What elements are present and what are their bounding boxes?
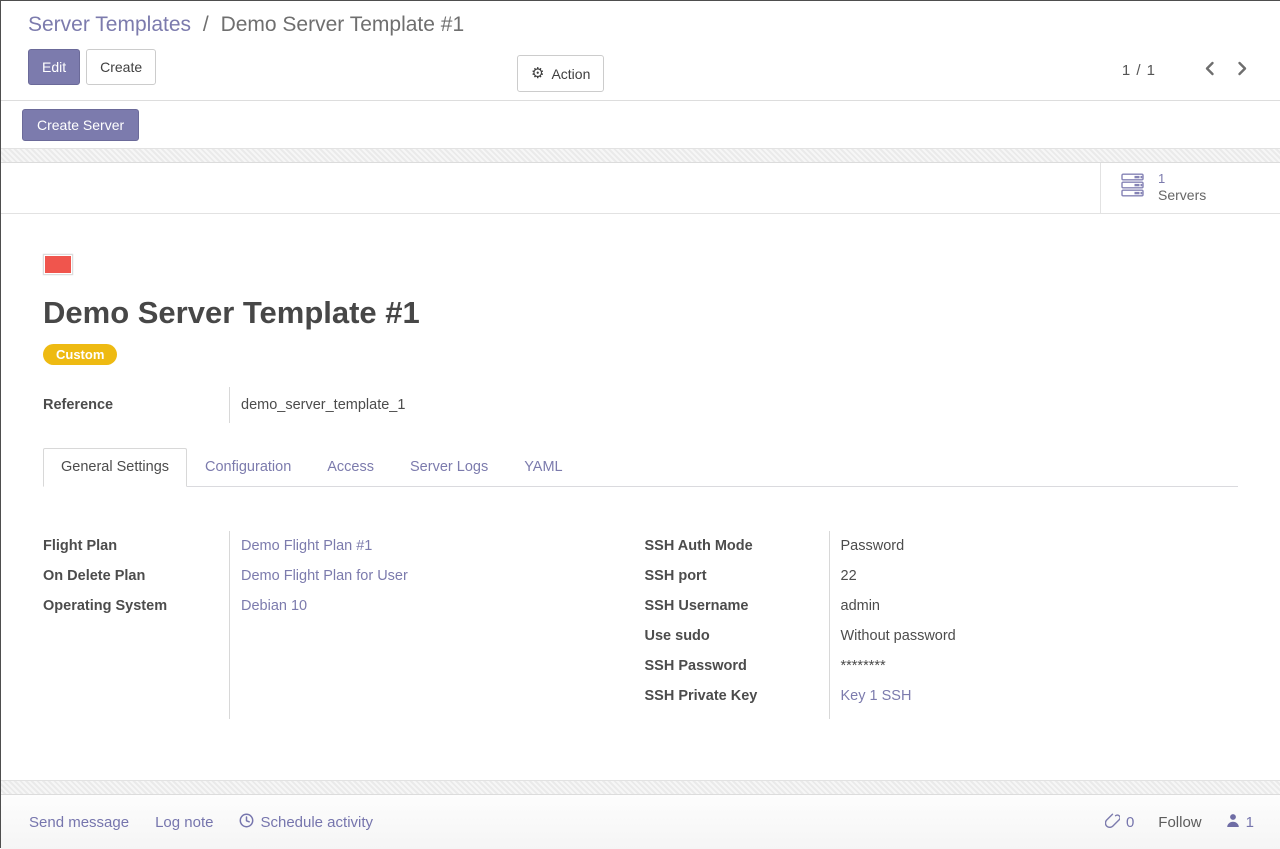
field-value-ssh-auth-mode: Password	[841, 531, 1239, 561]
pager-next-button[interactable]	[1233, 59, 1252, 81]
field-values-right: Password 22 admin Without password *****…	[829, 531, 1239, 719]
field-value-ssh-username: admin	[841, 591, 1239, 621]
breadcrumb: Server Templates / Demo Server Template …	[28, 13, 1252, 37]
field-labels-left: Flight Plan On Delete Plan Operating Sys…	[43, 531, 229, 719]
gear-icon: ⚙	[531, 66, 544, 81]
send-message-button[interactable]: Send message	[29, 814, 129, 831]
button-box: 1 Servers	[1, 163, 1280, 214]
server-rack-icon	[1121, 173, 1148, 203]
followers-button[interactable]: 1	[1226, 813, 1254, 832]
field-label-on-delete-plan: On Delete Plan	[43, 561, 229, 591]
field-label-ssh-port: SSH port	[645, 561, 829, 591]
record-title: Demo Server Template #1	[43, 295, 1238, 331]
chevron-left-icon	[1204, 61, 1215, 79]
control-panel-buttons: Edit Create	[28, 49, 1252, 85]
field-value-use-sudo: Without password	[841, 621, 1239, 651]
tab-access[interactable]: Access	[309, 448, 392, 487]
field-label-ssh-username: SSH Username	[645, 591, 829, 621]
schedule-activity-label: Schedule activity	[260, 814, 373, 831]
reference-label: Reference	[43, 387, 229, 423]
action-button-label: Action	[551, 67, 590, 81]
servers-stat-button[interactable]: 1 Servers	[1100, 163, 1280, 213]
reference-value: demo_server_template_1	[229, 387, 405, 423]
field-value-ssh-password: ********	[841, 651, 1239, 681]
field-value-operating-system[interactable]: Debian 10	[241, 591, 641, 621]
field-value-on-delete-plan[interactable]: Demo Flight Plan for User	[241, 561, 641, 591]
breadcrumb-parent-link[interactable]: Server Templates	[28, 13, 191, 36]
servers-count: 1	[1158, 172, 1206, 187]
hatch-band-top	[1, 148, 1280, 163]
servers-label: Servers	[1158, 187, 1206, 203]
field-value-ssh-port: 22	[841, 561, 1239, 591]
field-value-flight-plan[interactable]: Demo Flight Plan #1	[241, 531, 641, 561]
attachments-count: 0	[1126, 814, 1134, 831]
tab-configuration[interactable]: Configuration	[187, 448, 309, 487]
create-button[interactable]: Create	[86, 49, 156, 85]
form-sheet: 1 Servers Demo Server Template #1 Custom…	[1, 163, 1280, 780]
field-label-operating-system: Operating System	[43, 591, 229, 621]
breadcrumb-current: Demo Server Template #1	[221, 13, 465, 36]
record-image	[43, 254, 73, 275]
create-server-button[interactable]: Create Server	[22, 109, 139, 141]
statusbar: Create Server	[1, 101, 1280, 148]
custom-badge: Custom	[43, 344, 117, 365]
chatter-actions: Send message Log note Schedule activity	[29, 813, 373, 832]
field-label-ssh-private-key: SSH Private Key	[645, 681, 829, 711]
field-labels-right: SSH Auth Mode SSH port SSH Username Use …	[645, 531, 829, 719]
follow-button[interactable]: Follow	[1158, 814, 1201, 831]
clock-icon	[239, 813, 254, 832]
reference-field: Reference demo_server_template_1	[43, 387, 1238, 423]
followers-count: 1	[1246, 814, 1254, 831]
hatch-band-bottom	[1, 780, 1280, 795]
control-panel: Server Templates / Demo Server Template …	[1, 1, 1280, 101]
field-values-left: Demo Flight Plan #1 Demo Flight Plan for…	[229, 531, 641, 719]
field-value-ssh-private-key[interactable]: Key 1 SSH	[841, 681, 1239, 711]
tab-content-general-settings: Flight Plan On Delete Plan Operating Sys…	[43, 487, 1238, 719]
notebook-tabs: General Settings Configuration Access Se…	[43, 447, 1238, 487]
page: Server Templates / Demo Server Template …	[0, 0, 1280, 848]
tab-server-logs[interactable]: Server Logs	[392, 448, 506, 487]
tab-yaml[interactable]: YAML	[506, 448, 580, 487]
chatter-meta: 0 Follow 1	[1105, 812, 1254, 832]
schedule-activity-button[interactable]: Schedule activity	[239, 813, 373, 832]
action-button[interactable]: ⚙ Action	[517, 55, 604, 92]
chevron-right-icon	[1237, 61, 1248, 79]
breadcrumb-separator: /	[203, 13, 209, 36]
tab-general-settings[interactable]: General Settings	[43, 448, 187, 487]
field-label-flight-plan: Flight Plan	[43, 531, 229, 561]
paperclip-icon	[1105, 812, 1120, 832]
pager-value[interactable]: 1 / 1	[1122, 62, 1156, 79]
edit-button[interactable]: Edit	[28, 49, 80, 85]
attachments-button[interactable]: 0	[1105, 812, 1134, 832]
field-label-ssh-auth-mode: SSH Auth Mode	[645, 531, 829, 561]
field-group-right: SSH Auth Mode SSH port SSH Username Use …	[641, 531, 1239, 719]
field-label-ssh-password: SSH Password	[645, 651, 829, 681]
pager-previous-button[interactable]	[1200, 59, 1219, 81]
person-icon	[1226, 813, 1240, 832]
sheet-body: Demo Server Template #1 Custom Reference…	[1, 254, 1280, 719]
chatter-bar: Send message Log note Schedule activity	[1, 795, 1280, 849]
stat-text: 1 Servers	[1158, 172, 1206, 203]
field-group-left: Flight Plan On Delete Plan Operating Sys…	[43, 531, 641, 719]
pager: 1 / 1	[1122, 59, 1252, 81]
field-label-use-sudo: Use sudo	[645, 621, 829, 651]
log-note-button[interactable]: Log note	[155, 814, 213, 831]
